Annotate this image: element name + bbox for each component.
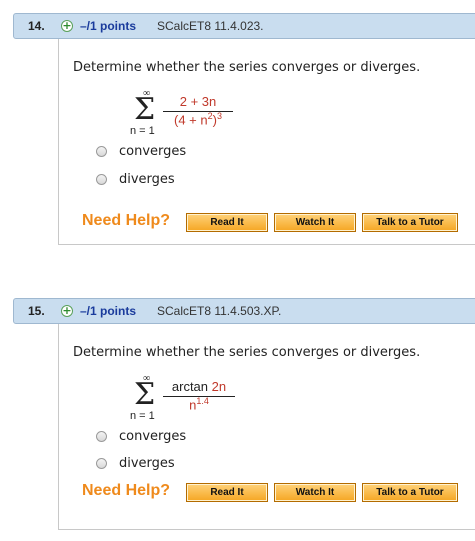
points-link[interactable]: –/1 points [80, 19, 136, 33]
read-it-button[interactable]: Read It [186, 483, 268, 502]
option-converges-label[interactable]: converges [119, 429, 186, 444]
radio-converges[interactable] [96, 431, 107, 442]
denominator-exponent: 1.4 [196, 396, 209, 406]
plus-icon[interactable]: + [61, 20, 73, 32]
question-prompt: Determine whether the series converges o… [73, 345, 421, 360]
need-help-label: Need Help? [82, 482, 171, 499]
sigma-symbol: Σ [134, 377, 156, 412]
read-it-button[interactable]: Read It [186, 213, 268, 232]
sum-lower-limit: n = 1 [130, 125, 155, 137]
series-denominator: n1.4 [163, 396, 235, 412]
sigma-symbol: Σ [134, 92, 156, 127]
numerator-argument: 2n [211, 379, 227, 394]
radio-diverges[interactable] [96, 458, 107, 469]
question-header: 15. + –/1 points SCalcET8 11.4.503.XP. [13, 298, 475, 324]
series-numerator: arctan 2n [163, 379, 235, 394]
need-help-label: Need Help? [82, 212, 171, 229]
plus-icon[interactable]: + [61, 305, 73, 317]
question-14: 14. + –/1 points SCalcET8 11.4.023. Dete… [0, 13, 475, 245]
sum-lower-limit: n = 1 [130, 410, 155, 422]
denominator-exponent: 3 [216, 111, 222, 121]
option-diverges-label[interactable]: diverges [119, 456, 175, 471]
question-number: 14. [28, 19, 45, 33]
numerator-function: arctan [171, 379, 212, 394]
series-denominator: (4 + n2)3 [163, 111, 233, 127]
talk-to-tutor-button[interactable]: Talk to a Tutor [362, 213, 458, 232]
question-body: Determine whether the series converges o… [58, 324, 475, 530]
question-header: 14. + –/1 points SCalcET8 11.4.023. [13, 13, 475, 39]
question-body: Determine whether the series converges o… [58, 39, 475, 245]
question-prompt: Determine whether the series converges o… [73, 60, 421, 75]
talk-to-tutor-button[interactable]: Talk to a Tutor [362, 483, 458, 502]
option-converges-label[interactable]: converges [119, 144, 186, 159]
question-number: 15. [28, 304, 45, 318]
points-link[interactable]: –/1 points [80, 304, 136, 318]
question-reference: SCalcET8 11.4.503.XP. [157, 304, 282, 318]
option-diverges-label[interactable]: diverges [119, 172, 175, 187]
denominator-base: (4 + n [174, 112, 208, 128]
watch-it-button[interactable]: Watch It [274, 213, 356, 232]
watch-it-button[interactable]: Watch It [274, 483, 356, 502]
question-reference: SCalcET8 11.4.023. [157, 19, 264, 33]
question-15: 15. + –/1 points SCalcET8 11.4.503.XP. D… [0, 298, 475, 530]
series-numerator: 2 + 3n [179, 94, 217, 109]
radio-diverges[interactable] [96, 174, 107, 185]
radio-converges[interactable] [96, 146, 107, 157]
